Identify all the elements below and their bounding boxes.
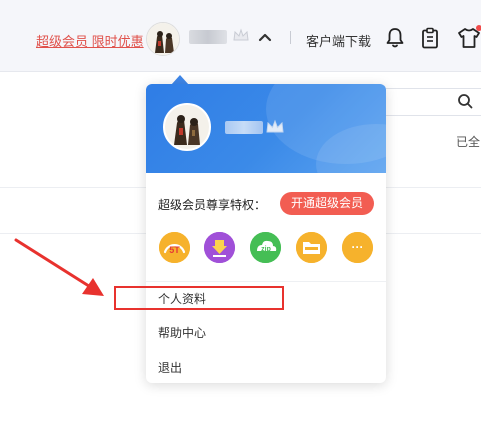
column-header-partial: 已全	[456, 135, 481, 149]
crown-icon	[266, 119, 284, 133]
menu-separator	[146, 281, 386, 282]
more-perk-icon[interactable]: ···	[342, 232, 373, 263]
menu-item-help[interactable]: 帮助中心	[158, 324, 206, 341]
annotation-arrow-icon	[14, 238, 104, 296]
search-icon[interactable]	[457, 93, 473, 109]
privilege-label: 超级会员尊享特权：	[158, 198, 267, 212]
notification-dot	[476, 25, 481, 31]
username-blurred	[189, 30, 227, 44]
chevron-up-icon[interactable]	[257, 30, 273, 44]
user-avatar-large[interactable]	[163, 103, 211, 151]
svg-text:zip: zip	[261, 246, 271, 253]
zip-perk-icon[interactable]: zip	[250, 232, 281, 263]
clipboard-icon[interactable]	[420, 27, 440, 49]
open-vip-button[interactable]: 开通超级会员	[280, 192, 374, 215]
svg-text:5T: 5T	[169, 245, 180, 255]
vip-promo-link[interactable]: 超级会员 限时优惠	[36, 31, 144, 50]
speed-perk-icon[interactable]: 5T	[159, 232, 190, 263]
user-avatar[interactable]	[146, 22, 180, 56]
crown-icon	[233, 28, 249, 41]
annotation-highlight-box	[114, 286, 284, 310]
menu-item-logout[interactable]: 退出	[158, 359, 182, 376]
folder-perk-icon[interactable]	[296, 232, 327, 263]
dropdown-user-header	[146, 84, 386, 173]
username-blurred	[225, 121, 263, 134]
download-perk-icon[interactable]	[204, 232, 235, 263]
svg-text:···: ···	[352, 240, 364, 254]
top-header-bar: 超级会员 限时优惠 客户端下载	[0, 0, 481, 72]
bell-icon[interactable]	[385, 27, 405, 49]
user-dropdown-menu: 超级会员尊享特权： 开通超级会员 5T zip ··· 个人资料 帮助中心 退出	[146, 84, 386, 383]
header-divider	[290, 31, 291, 44]
client-download-link[interactable]: 客户端下载	[306, 31, 371, 50]
page: 超级会员 限时优惠 客户端下载 已全 超级会员尊享特权： 开通超级会员 5T z…	[0, 0, 481, 434]
